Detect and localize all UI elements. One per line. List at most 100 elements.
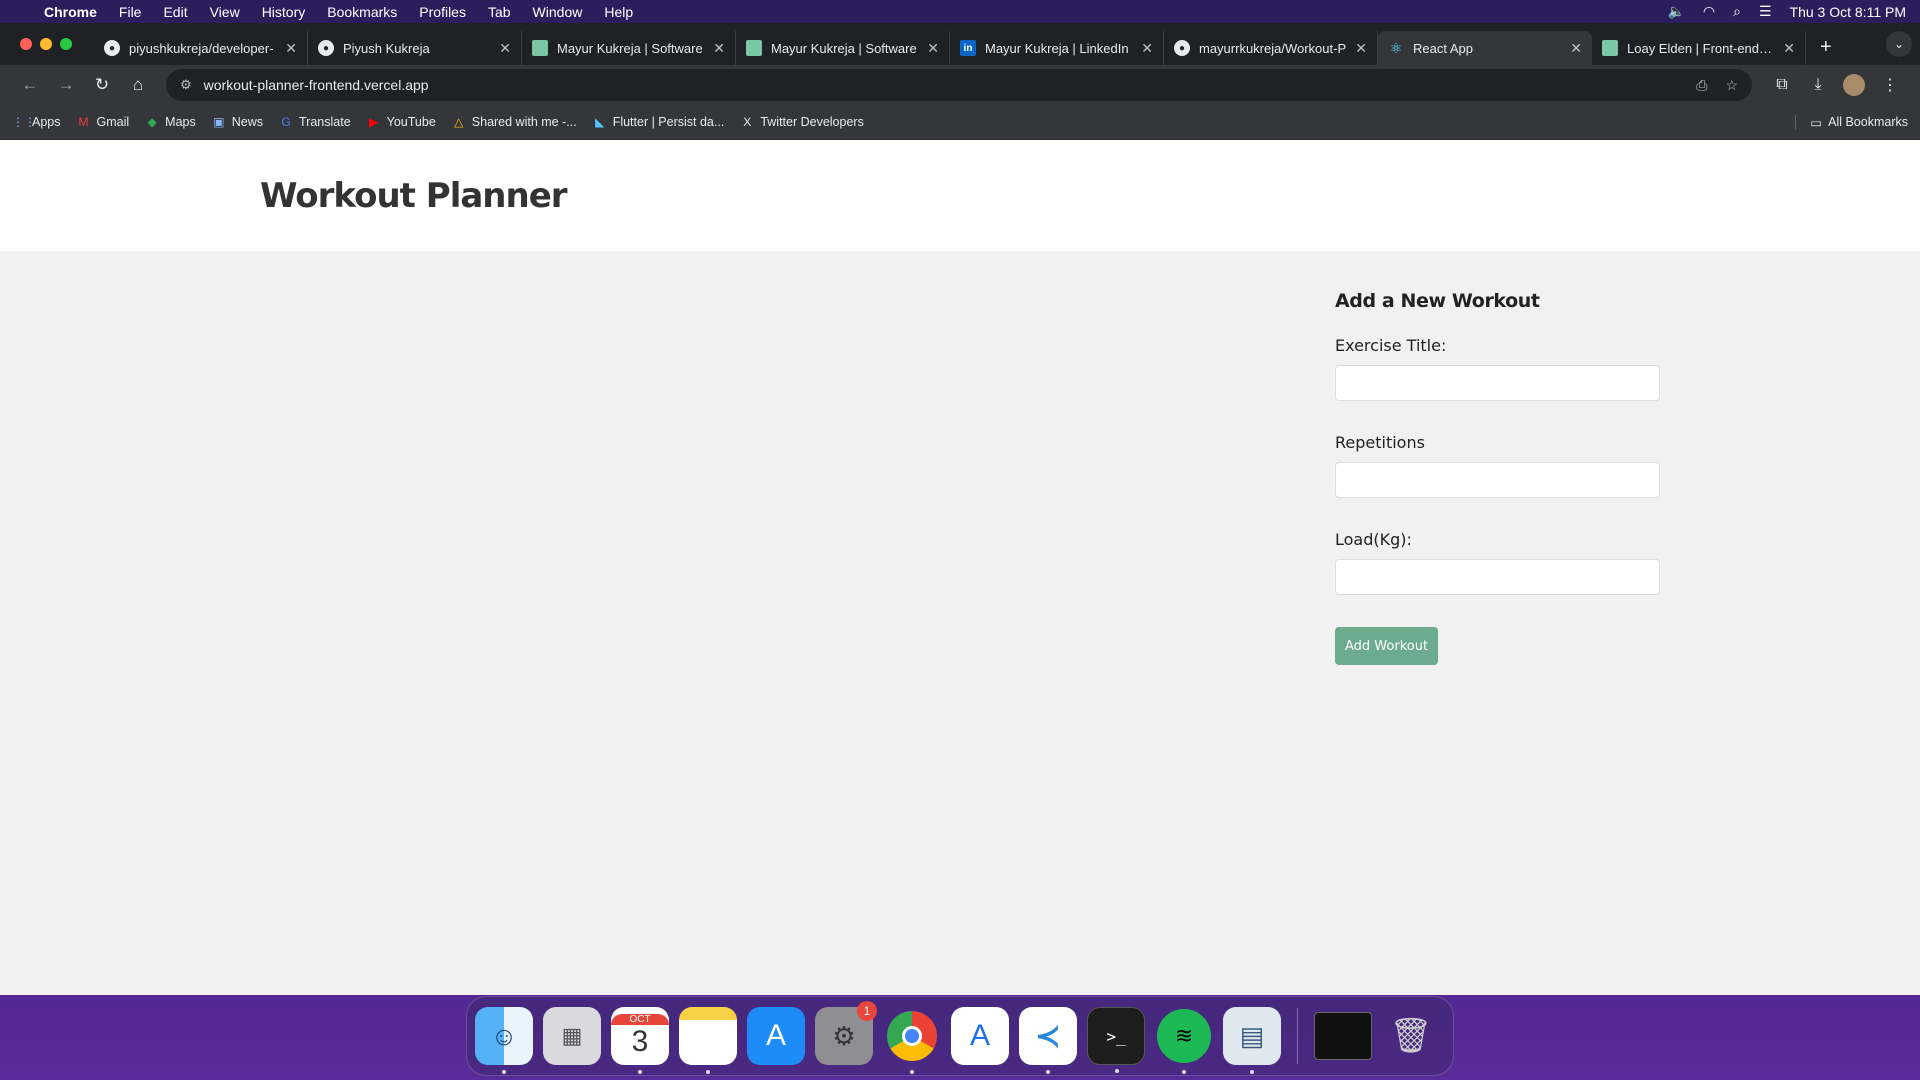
bookmark-news[interactable]: ▣ News xyxy=(212,115,263,129)
bookmark-star-icon[interactable]: ☆ xyxy=(1725,77,1738,94)
forward-icon[interactable]: → xyxy=(48,75,84,95)
folder-icon: ▭ xyxy=(1810,115,1823,130)
apps-grid-icon: ⋮⋮ xyxy=(12,115,36,129)
close-window-button[interactable] xyxy=(20,38,32,50)
spotlight-search-icon[interactable]: ⌕ xyxy=(1733,3,1741,20)
extensions-icon[interactable]: ⧉ xyxy=(1764,76,1800,94)
menu-file[interactable]: File xyxy=(119,4,142,20)
close-tab-icon[interactable]: ✕ xyxy=(1570,40,1582,57)
load-input[interactable] xyxy=(1335,559,1660,595)
tab-7-active[interactable]: ⚛ React App ✕ xyxy=(1378,31,1592,65)
calendar-month: OCT xyxy=(611,1013,669,1025)
all-bookmarks-label: All Bookmarks xyxy=(1828,115,1908,129)
tab-6[interactable]: ● mayurrkukreja/Workout-P ✕ xyxy=(1164,31,1378,65)
menu-help[interactable]: Help xyxy=(604,4,633,20)
bookmark-maps[interactable]: ◆ Maps xyxy=(145,115,196,129)
close-tab-icon[interactable]: ✕ xyxy=(285,40,297,57)
bookmark-flutter[interactable]: ◣ Flutter | Persist da... xyxy=(593,115,724,129)
page-title[interactable]: Workout Planner xyxy=(260,176,568,216)
add-workout-button[interactable]: Add Workout xyxy=(1335,627,1439,665)
news-icon: ▣ xyxy=(213,115,225,129)
bookmark-label: Twitter Developers xyxy=(760,115,864,129)
bookmarks-bar: ⋮⋮ Apps M Gmail ◆ Maps ▣ News G Translate ▶ Yo… xyxy=(0,105,1920,140)
back-icon[interactable]: ← xyxy=(12,75,48,95)
app-store-icon[interactable]: A xyxy=(747,1007,805,1065)
download-icon[interactable]: ⤓ xyxy=(1800,76,1836,94)
menu-edit[interactable]: Edit xyxy=(163,4,187,20)
site-icon xyxy=(746,40,762,56)
bookmark-twitter[interactable]: X Twitter Developers xyxy=(740,115,864,129)
tab-3[interactable]: Mayur Kukreja | Software ✕ xyxy=(522,31,736,65)
close-tab-icon[interactable]: ✕ xyxy=(1141,40,1153,57)
tab-1[interactable]: ● piyushkukreja/developer- ✕ xyxy=(94,31,308,65)
bookmark-label: News xyxy=(231,115,263,129)
bookmark-drive[interactable]: △ Shared with me -... xyxy=(452,115,577,129)
bookmark-label: Translate xyxy=(299,115,351,129)
zoom-window-button[interactable] xyxy=(60,38,72,50)
notes-icon[interactable] xyxy=(679,1007,737,1074)
chrome-icon[interactable] xyxy=(883,1007,941,1074)
trash-icon[interactable]: 🗑 xyxy=(1382,1007,1440,1065)
system-settings-icon[interactable]: ⚙ 1 xyxy=(815,1001,877,1065)
install-app-icon[interactable]: ⎙ xyxy=(1696,77,1707,94)
bookmark-translate[interactable]: G Translate xyxy=(279,115,351,129)
bookmark-label: YouTube xyxy=(386,115,436,129)
tab-5[interactable]: in Mayur Kukreja | LinkedIn ✕ xyxy=(950,31,1164,65)
tab-2[interactable]: ● Piyush Kukreja ✕ xyxy=(308,31,522,65)
menu-app-name[interactable]: Chrome xyxy=(44,4,97,20)
bookmark-youtube[interactable]: ▶ YouTube xyxy=(367,115,436,129)
vscode-icon[interactable]: ≺ xyxy=(1019,1007,1077,1074)
menu-profiles[interactable]: Profiles xyxy=(419,4,466,20)
close-tab-icon[interactable]: ✕ xyxy=(1783,40,1795,57)
minimize-window-button[interactable] xyxy=(40,38,52,50)
menu-history[interactable]: History xyxy=(262,4,306,20)
spotify-icon[interactable]: ≋ xyxy=(1155,1007,1213,1074)
menu-window[interactable]: Window xyxy=(533,4,583,20)
close-tab-icon[interactable]: ✕ xyxy=(499,40,511,57)
control-center-icon[interactable]: ☰ xyxy=(1759,3,1772,20)
repetitions-label: Repetitions xyxy=(1335,433,1425,452)
terminal-icon[interactable]: >_ xyxy=(1087,1007,1145,1073)
github-icon: ● xyxy=(104,40,120,56)
page-header: Workout Planner xyxy=(0,140,1920,251)
gmail-icon: M xyxy=(78,115,89,129)
wifi-icon[interactable]: ◠ xyxy=(1703,3,1715,20)
new-tab-icon[interactable]: + xyxy=(1820,36,1832,59)
bookmark-gmail[interactable]: M Gmail xyxy=(77,115,130,129)
bookmark-label: Shared with me -... xyxy=(471,115,577,129)
site-info-icon[interactable]: ⚙ xyxy=(180,77,192,93)
home-icon[interactable]: ⌂ xyxy=(120,75,156,95)
preview-icon[interactable]: ▤ xyxy=(1223,1007,1281,1074)
calendar-day: 3 xyxy=(631,1024,649,1058)
tab-8[interactable]: Loay Elden | Front-end De ✕ xyxy=(1592,31,1806,65)
repetitions-input[interactable] xyxy=(1335,462,1660,498)
close-tab-icon[interactable]: ✕ xyxy=(927,40,939,57)
tab-search-icon[interactable]: ⌄ xyxy=(1886,31,1912,57)
menu-clock[interactable]: Thu 3 Oct 8:11 PM xyxy=(1790,4,1906,20)
more-menu-icon[interactable]: ⋮ xyxy=(1872,75,1908,95)
volume-icon[interactable]: 🔈 xyxy=(1667,3,1684,20)
menu-tab[interactable]: Tab xyxy=(488,4,511,20)
address-bar[interactable]: ⚙ workout-planner-frontend.vercel.app ⎙ … xyxy=(166,69,1752,101)
menu-view[interactable]: View xyxy=(210,4,240,20)
close-tab-icon[interactable]: ✕ xyxy=(713,40,725,57)
site-icon xyxy=(1602,40,1618,56)
profile-avatar[interactable] xyxy=(1843,74,1865,96)
all-bookmarks[interactable]: ▭ All Bookmarks xyxy=(1795,114,1908,130)
x-icon: X xyxy=(743,115,752,129)
calendar-icon[interactable]: OCT 3 xyxy=(611,1007,669,1074)
tab-title: Mayur Kukreja | LinkedIn xyxy=(985,40,1129,56)
form-heading: Add a New Workout xyxy=(1335,290,1540,312)
launchpad-icon[interactable]: ▦ xyxy=(543,1007,601,1065)
address-url[interactable]: workout-planner-frontend.vercel.app xyxy=(204,77,429,93)
reload-icon[interactable]: ↻ xyxy=(84,75,120,95)
menu-bookmarks[interactable]: Bookmarks xyxy=(327,4,397,20)
close-tab-icon[interactable]: ✕ xyxy=(1355,40,1367,57)
xcode-instruments-icon[interactable]: A xyxy=(951,1007,1009,1065)
linkedin-icon: in xyxy=(960,40,976,56)
exercise-title-input[interactable] xyxy=(1335,365,1660,401)
tab-4[interactable]: Mayur Kukreja | Software ✕ xyxy=(736,31,950,65)
bookmark-apps[interactable]: ⋮⋮ Apps xyxy=(12,115,61,129)
minimized-window-icon[interactable] xyxy=(1314,1007,1372,1065)
finder-icon[interactable]: ☺ xyxy=(475,1007,533,1074)
